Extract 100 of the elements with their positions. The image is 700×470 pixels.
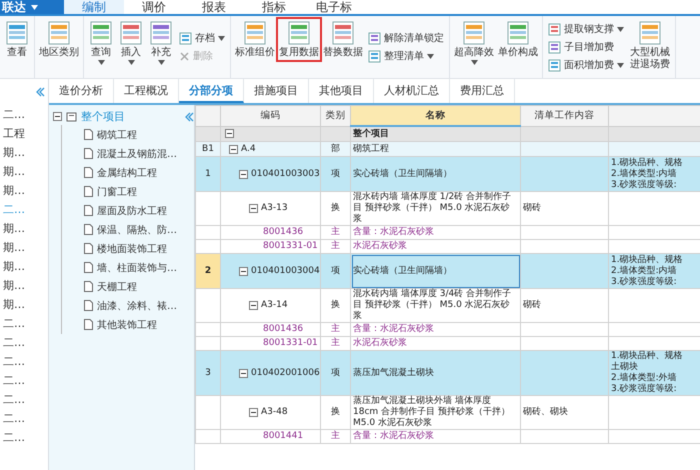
tree-item[interactable]: 墙、柱面装饰与…: [61, 258, 194, 277]
name-cell: 含量：水泥石灰砂浆: [350, 430, 520, 444]
toolbar-button[interactable]: 面积增加费: [546, 58, 626, 72]
tab[interactable]: 措施项目: [244, 79, 309, 103]
tree-item[interactable]: 砌筑工程: [61, 125, 194, 144]
document-icon: [84, 319, 93, 330]
toolbar-button[interactable]: 超高降效: [453, 19, 495, 66]
column-header[interactable]: 编码: [220, 106, 320, 126]
tab[interactable]: 工程概况: [114, 79, 179, 103]
feature-text: 3.砂浆强度等级:: [611, 384, 678, 395]
feature-text: 1.砌块品种、规格: [611, 351, 684, 362]
toolbar-button[interactable]: 存档: [177, 31, 227, 45]
toolbar-button[interactable]: 替换数据: [322, 19, 364, 60]
sidebar-item[interactable]: 期…: [0, 276, 48, 295]
sidebar-item[interactable]: 工程: [0, 124, 48, 143]
sidebar-item[interactable]: 二…: [0, 105, 48, 124]
list-icon: [179, 32, 192, 44]
toolbar-button[interactable]: 查询: [87, 19, 115, 66]
feature-text: 2.墙体类型:外墙: [611, 373, 678, 384]
sidebar-item[interactable]: 二…: [0, 428, 48, 447]
collapse-box-icon[interactable]: [239, 368, 248, 378]
collapse-box-icon[interactable]: [225, 129, 234, 138]
tab[interactable]: 分部分项: [179, 79, 244, 103]
sidebar-item[interactable]: 期…: [0, 181, 48, 200]
tree-item[interactable]: 屋面及防水工程: [61, 201, 194, 220]
sidebar-item[interactable]: 二…: [0, 371, 48, 390]
toolbar-button[interactable]: 查看: [3, 19, 31, 60]
toolbar-button[interactable]: 大型机械进退场费: [628, 19, 672, 72]
tree-item[interactable]: 天棚工程: [61, 277, 194, 296]
tree-item[interactable]: 混凝土及钢筋混…: [61, 144, 194, 163]
toolbar-button[interactable]: 补充: [147, 19, 175, 66]
toolbar-button[interactable]: 提取钢支撑: [546, 22, 626, 36]
close-icon: [179, 50, 190, 62]
code-text: 8001436: [263, 227, 304, 238]
menu-tab[interactable]: 调价: [124, 0, 184, 14]
table-icon: [118, 20, 144, 46]
toolbar-button[interactable]: 插入: [117, 19, 145, 66]
type-cell: 换: [320, 192, 350, 226]
code-text: 8001331-01: [263, 338, 318, 349]
toolbar-button[interactable]: 子目增加费: [546, 40, 626, 54]
column-header[interactable]: 类别: [320, 106, 350, 126]
document-icon: [84, 148, 93, 159]
menu-tab[interactable]: 指标: [244, 0, 304, 14]
sidebar-item[interactable]: 期…: [0, 143, 48, 162]
sidebar-item[interactable]: 二…: [0, 352, 48, 371]
column-header[interactable]: 名称: [350, 106, 520, 126]
caret-icon: [31, 4, 38, 10]
name-cell: 整个项目: [350, 126, 520, 142]
tree-item[interactable]: 门窗工程: [61, 182, 194, 201]
tab[interactable]: 人材机汇总: [374, 79, 450, 103]
app-menu-button[interactable]: 联达: [0, 0, 64, 14]
collapse-box-icon[interactable]: [249, 408, 258, 417]
row-number: B1: [196, 142, 220, 156]
column-header[interactable]: 清单工作内容: [520, 106, 608, 126]
tab[interactable]: 造价分析: [49, 79, 114, 103]
sidebar-item[interactable]: 期…: [0, 162, 48, 181]
type-cell: 主: [320, 226, 350, 240]
name-cell: 蒸压加气混凝土砌块: [350, 350, 520, 396]
sidebar-item[interactable]: 二…: [0, 409, 48, 428]
sidebar-item[interactable]: 期…: [0, 257, 48, 276]
collapse-box-icon[interactable]: [249, 301, 258, 310]
toolbar-button[interactable]: 单价构成: [497, 19, 539, 60]
menu-tab[interactable]: 报表: [184, 0, 244, 14]
type-cell: 项: [320, 156, 350, 192]
sidebar-item[interactable]: 二…: [0, 333, 48, 352]
feature-text: 2.墙体类型:内墙: [611, 168, 678, 180]
menu-tab[interactable]: 电子标: [304, 0, 364, 14]
name-cell: 蒸压加气混凝土砌块外墙 墙体厚度 18cm 合并制作子目 预拌砂浆（干拌） M5.0 水泥石灰砂浆: [350, 396, 520, 430]
tab[interactable]: 费用汇总: [450, 79, 515, 103]
document-icon: [84, 167, 93, 178]
tree-item[interactable]: 保温、隔热、防…: [61, 220, 194, 239]
name-cell: 水泥石灰砂浆: [350, 240, 520, 254]
code-text: 8001436: [263, 324, 304, 335]
collapse-box-icon[interactable]: [229, 144, 238, 154]
sidebar-item[interactable]: 二…: [0, 314, 48, 333]
toolbar-button[interactable]: 整理清单: [366, 49, 446, 63]
toolbar-button[interactable]: 复用数据: [278, 19, 320, 60]
caret-icon: [158, 60, 164, 65]
collapse-box-icon[interactable]: [249, 204, 258, 213]
code-text: 8001331-01: [263, 241, 318, 252]
tree-item[interactable]: 其他装饰工程: [61, 315, 194, 334]
sidebar-item[interactable]: 期…: [0, 295, 48, 314]
menu-tab[interactable]: 编制: [64, 0, 124, 14]
tree-item[interactable]: 油漆、涂料、裱…: [61, 296, 194, 315]
toolbar-button[interactable]: 标准组价: [234, 19, 276, 60]
tree-item[interactable]: 楼地面装饰工程: [61, 239, 194, 258]
sidebar-item[interactable]: 二…: [0, 200, 48, 219]
sidebar-item[interactable]: 二…: [0, 390, 48, 409]
tab[interactable]: 其他项目: [309, 79, 374, 103]
collapse-box-icon[interactable]: [239, 170, 248, 178]
type-cell: 主: [320, 322, 350, 336]
app-name: 联达: [2, 0, 26, 14]
table-icon: [88, 20, 114, 46]
collapse-box-icon[interactable]: [239, 266, 248, 276]
sidebar-item[interactable]: 期…: [0, 238, 48, 257]
sidebar-item[interactable]: 期…: [0, 219, 48, 238]
tree-item[interactable]: 金属结构工程: [61, 163, 194, 182]
toolbar-button[interactable]: 地区类别: [38, 19, 80, 60]
toolbar-button[interactable]: 解除清单锁定: [366, 31, 446, 45]
type-cell: 换: [320, 288, 350, 322]
